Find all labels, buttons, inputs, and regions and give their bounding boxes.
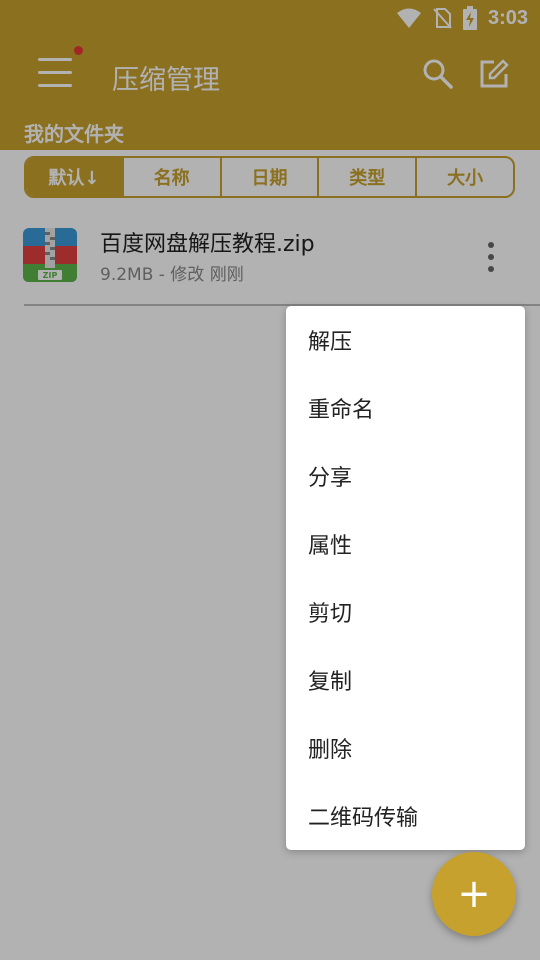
menu-item-properties[interactable]: 属性 xyxy=(286,510,525,578)
menu-item-rename[interactable]: 重命名 xyxy=(286,374,525,442)
menu-item-extract[interactable]: 解压 xyxy=(286,306,525,374)
menu-item-delete[interactable]: 删除 xyxy=(286,714,525,782)
menu-item-copy[interactable]: 复制 xyxy=(286,646,525,714)
menu-item-qr-transfer[interactable]: 二维码传输 xyxy=(286,782,525,850)
add-fab-button[interactable]: + xyxy=(432,852,516,936)
context-menu: 解压 重命名 分享 属性 剪切 复制 删除 二维码传输 xyxy=(286,306,525,850)
menu-item-share[interactable]: 分享 xyxy=(286,442,525,510)
menu-item-cut[interactable]: 剪切 xyxy=(286,578,525,646)
plus-icon: + xyxy=(457,871,491,917)
